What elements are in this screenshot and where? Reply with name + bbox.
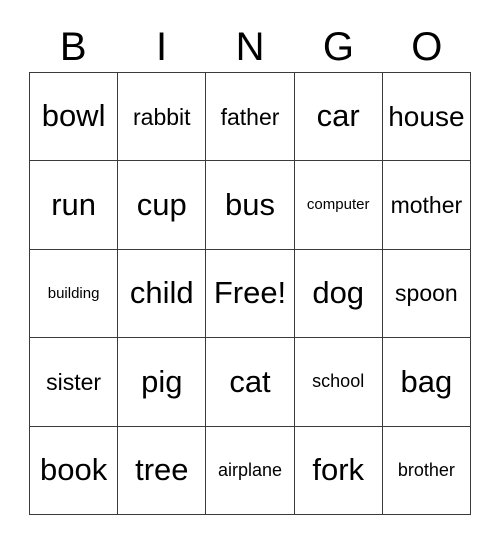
- bingo-cell[interactable]: bowl: [30, 73, 119, 162]
- bingo-header-letter-b: B: [59, 25, 87, 69]
- bingo-header-letter-g: G: [322, 25, 354, 69]
- bingo-cell-label: building: [47, 284, 100, 302]
- bingo-cell-label: rabbit: [133, 103, 191, 130]
- bingo-cell[interactable]: mother: [382, 161, 471, 250]
- bingo-free-space-label: Free!: [213, 275, 287, 311]
- bingo-cell[interactable]: cat: [206, 338, 295, 427]
- bingo-cell[interactable]: school: [294, 338, 383, 427]
- bingo-cell-label: pig: [141, 363, 183, 399]
- bingo-cell[interactable]: cup: [118, 161, 207, 250]
- bingo-cell-label: bowl: [41, 98, 106, 134]
- bingo-cell[interactable]: tree: [118, 426, 207, 515]
- bingo-cell[interactable]: child: [118, 249, 207, 339]
- bingo-cell[interactable]: run: [30, 161, 119, 250]
- bingo-cell-label: tree: [135, 452, 189, 488]
- bingo-cell-label: mother: [390, 192, 463, 219]
- bingo-cell[interactable]: computer: [294, 161, 383, 250]
- bingo-cell[interactable]: car: [294, 73, 383, 162]
- bingo-cell[interactable]: book: [30, 426, 119, 515]
- bingo-cell[interactable]: sister: [30, 338, 119, 427]
- bingo-cell[interactable]: house: [382, 73, 471, 162]
- bingo-cell[interactable]: dog: [294, 249, 383, 339]
- bingo-cell-label: airplane: [217, 459, 283, 480]
- bingo-cell[interactable]: rabbit: [118, 73, 207, 162]
- bingo-cell[interactable]: spoon: [382, 249, 471, 339]
- bingo-cell-label: run: [51, 186, 96, 222]
- bingo-grid: bowl rabbit father car house run cup bus…: [29, 72, 471, 515]
- bingo-cell[interactable]: pig: [118, 338, 207, 427]
- bingo-cell-label: child: [129, 275, 194, 311]
- bingo-cell-label: fork: [312, 452, 365, 488]
- bingo-cell[interactable]: brother: [382, 426, 471, 515]
- bingo-cell-label: house: [388, 101, 465, 132]
- bingo-free-space-cell[interactable]: Free!: [206, 249, 295, 339]
- bingo-cell[interactable]: fork: [294, 426, 383, 515]
- bingo-header-letter-n: N: [235, 25, 265, 69]
- bingo-header-letter-o: O: [411, 25, 443, 69]
- bingo-cell[interactable]: airplane: [206, 426, 295, 515]
- bingo-cell-label: bus: [225, 186, 275, 222]
- bingo-cell-label: spoon: [395, 280, 458, 307]
- bingo-header-letter-i: I: [156, 25, 168, 69]
- bingo-card-page: B I N G O bowl rabbit father car house r…: [0, 0, 500, 544]
- bingo-cell[interactable]: bag: [382, 338, 471, 427]
- bingo-cell-label: brother: [397, 459, 455, 480]
- bingo-cell-label: computer: [306, 196, 370, 214]
- bingo-cell[interactable]: father: [206, 73, 295, 162]
- bingo-cell-label: cat: [229, 363, 271, 399]
- bingo-cell-label: father: [220, 103, 280, 130]
- bingo-cell-label: bag: [400, 363, 453, 399]
- bingo-cell-label: dog: [312, 275, 365, 311]
- bingo-header-row: B I N G O: [29, 22, 471, 72]
- bingo-cell-label: sister: [46, 368, 102, 395]
- bingo-cell-label: cup: [136, 186, 187, 222]
- bingo-cell[interactable]: bus: [206, 161, 295, 250]
- bingo-cell-label: book: [39, 452, 108, 488]
- bingo-cell-label: car: [316, 98, 360, 134]
- bingo-cell-label: school: [312, 371, 365, 392]
- bingo-cell[interactable]: building: [30, 249, 119, 339]
